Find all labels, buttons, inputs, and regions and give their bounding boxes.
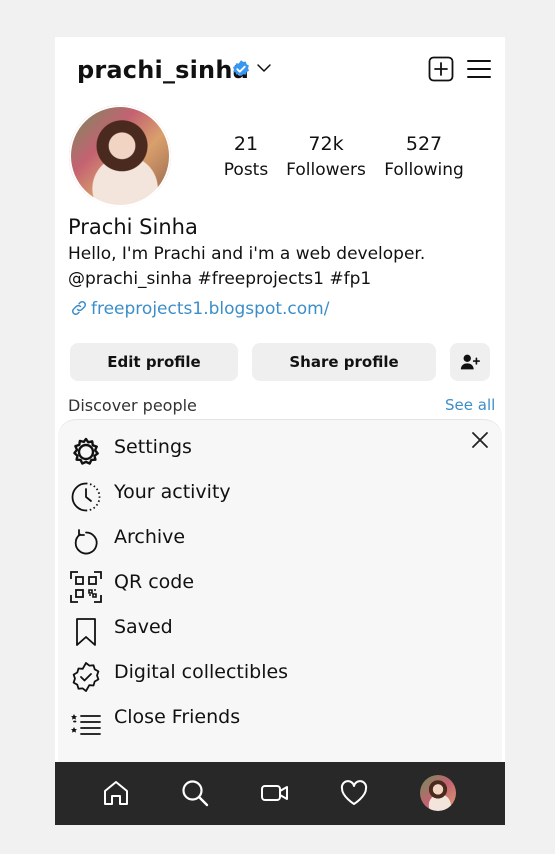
- menu-label: Archive: [114, 526, 186, 548]
- see-all-link[interactable]: See all: [445, 396, 495, 414]
- verified-badge-icon: [233, 60, 249, 77]
- menu-label: QR code: [114, 571, 195, 593]
- discover-people-button[interactable]: [450, 343, 490, 381]
- bio-line: Hello, I'm Prachi and i'm a web develope…: [68, 244, 426, 264]
- menu-label: Your activity: [114, 481, 231, 503]
- menu-label: Saved: [114, 616, 173, 638]
- discover-people-title: Discover people: [68, 396, 197, 415]
- reels-video-icon[interactable]: [260, 778, 290, 808]
- heart-icon[interactable]: [339, 778, 369, 808]
- stat-followers[interactable]: 72k Followers: [285, 132, 367, 182]
- qr-code-icon: [70, 571, 102, 603]
- home-icon[interactable]: [101, 778, 131, 808]
- link-icon: [71, 300, 87, 316]
- options-menu-sheet: Settings Your activity Archive QR code S…: [58, 419, 502, 765]
- profile-avatar[interactable]: [69, 105, 171, 207]
- profile-link[interactable]: freeprojects1.blogspot.com/: [70, 299, 329, 319]
- username[interactable]: prachi_sinha: [77, 56, 249, 84]
- activity-icon: [71, 482, 101, 512]
- search-icon[interactable]: [180, 778, 210, 808]
- full-name: Prachi Sinha: [68, 215, 198, 239]
- gear-icon: [73, 437, 99, 465]
- posts-label: Posts: [223, 160, 269, 180]
- stat-posts[interactable]: 21 Posts: [221, 132, 271, 182]
- profile-link-text: freeprojects1.blogspot.com/: [91, 299, 330, 319]
- edit-profile-button[interactable]: Edit profile: [70, 343, 238, 381]
- add-user-icon: [460, 354, 480, 370]
- chevron-down-icon[interactable]: [255, 59, 273, 77]
- menu-label: Close Friends: [114, 706, 241, 728]
- followers-count: 72k: [308, 133, 344, 155]
- profile-screen: prachi_sinha 21 Posts 72k Followers 527 …: [55, 37, 505, 825]
- collectibles-icon: [72, 662, 100, 692]
- following-label: Following: [384, 160, 464, 180]
- menu-item-settings[interactable]: Settings: [58, 434, 502, 479]
- menu-label: Digital collectibles: [114, 661, 289, 683]
- menu-item-close-friends[interactable]: Close Friends: [58, 704, 502, 749]
- following-count: 527: [405, 133, 443, 155]
- profile-header: prachi_sinha: [55, 37, 505, 101]
- options-menu: Settings Your activity Archive QR code S…: [58, 434, 502, 749]
- posts-count: 21: [233, 133, 259, 155]
- bottom-tab-bar: [55, 762, 505, 825]
- archive-icon: [74, 529, 98, 555]
- menu-item-your-activity[interactable]: Your activity: [58, 479, 502, 524]
- hamburger-menu-icon[interactable]: [467, 58, 491, 80]
- stat-following[interactable]: 527 Following: [382, 132, 466, 182]
- menu-item-qr-code[interactable]: QR code: [58, 569, 502, 614]
- bookmark-icon: [76, 618, 96, 646]
- menu-item-digital-collectibles[interactable]: Digital collectibles: [58, 659, 502, 704]
- menu-label: Settings: [114, 436, 192, 458]
- menu-item-archive[interactable]: Archive: [58, 524, 502, 569]
- followers-label: Followers: [286, 160, 366, 180]
- bio-tags: @prachi_sinha #freeprojects1 #fp1: [68, 269, 372, 289]
- share-profile-button[interactable]: Share profile: [252, 343, 436, 381]
- profile-tab-avatar[interactable]: [420, 775, 456, 811]
- close-friends-icon: [71, 714, 101, 735]
- new-post-icon[interactable]: [428, 56, 454, 82]
- menu-item-saved[interactable]: Saved: [58, 614, 502, 659]
